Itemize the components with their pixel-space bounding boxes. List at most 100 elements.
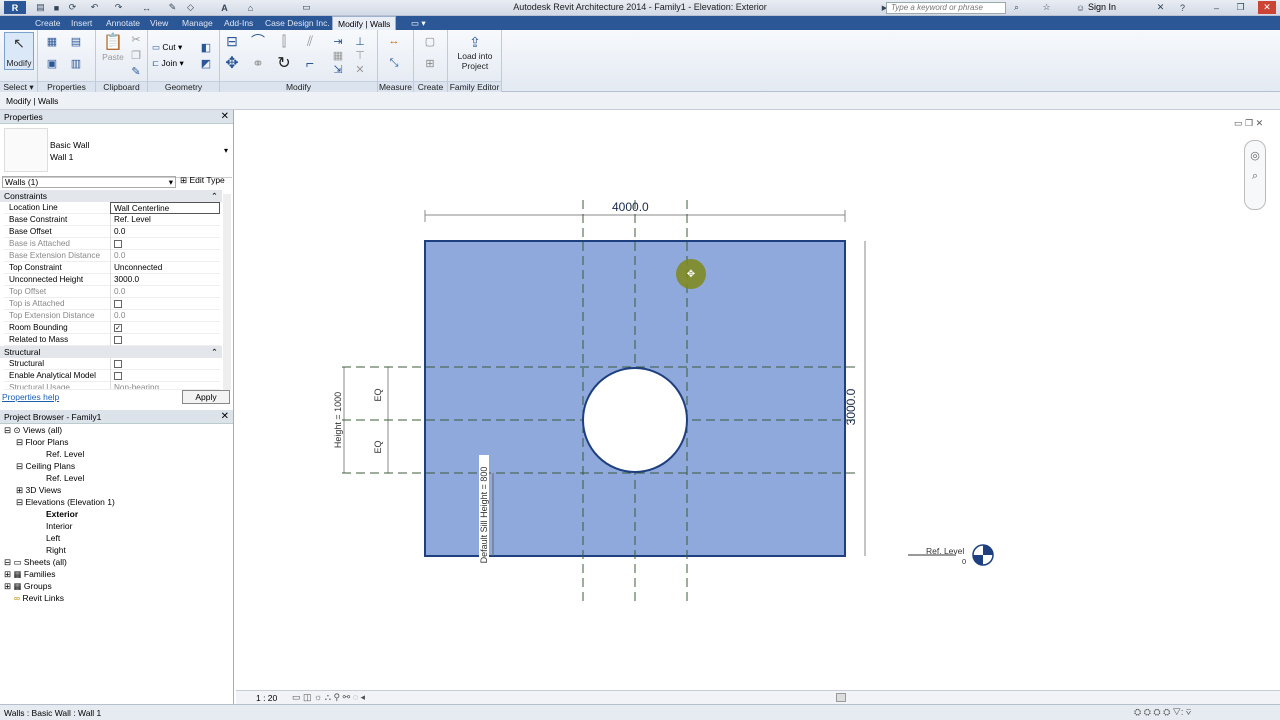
drawing-canvas[interactable]: ✥ 4000.0 3000.0 Height = 1000 EQ EQ Defa… (236, 112, 1280, 704)
mirror-axis-icon[interactable]: ⫿ (276, 33, 292, 49)
rotate-icon[interactable]: ↻ (276, 55, 292, 72)
help-icon[interactable]: ? (1176, 1, 1189, 14)
tree-sheets[interactable]: ⊟ ▭ Sheets (all) (4, 556, 67, 568)
prop-value-unconnected-height[interactable]: 3000.0 (110, 274, 220, 286)
tree-revit-links[interactable]: ∞ Revit Links (14, 592, 64, 604)
tab-modify-walls[interactable]: Modify | Walls (332, 16, 397, 30)
star-icon[interactable]: ☆ (1040, 1, 1053, 14)
tab-add-ins[interactable]: Add-Ins (219, 16, 258, 30)
tag-icon[interactable]: ◇ (184, 1, 197, 14)
properties-scrollbar[interactable] (223, 194, 231, 390)
3d-view-icon[interactable]: ⌂ (244, 1, 257, 14)
width-dimension-text[interactable]: 4000.0 (612, 200, 649, 214)
scissors-icon[interactable]: ✂ (128, 32, 144, 46)
prop-value-related-mass[interactable] (110, 334, 220, 346)
app-menu-button[interactable]: R (4, 1, 26, 14)
close-properties-icon[interactable]: ✕ (221, 110, 229, 124)
prop-value-top-offset[interactable]: 0.0 (110, 286, 220, 298)
tab-create[interactable]: Create (30, 16, 66, 30)
tree-views-all[interactable]: ⊟ ⊙ Views (all) (4, 424, 62, 436)
load-into-project-button[interactable]: ⇪ Load into Project (450, 34, 500, 71)
eq-top-text[interactable]: EQ (373, 385, 383, 405)
close-window-icon[interactable]: ✕ (1258, 1, 1276, 14)
instance-filter-select[interactable]: Walls (1) ▾ (2, 176, 176, 188)
prop-value-base-attached[interactable] (110, 238, 220, 250)
switch-windows-icon[interactable]: ▭ (300, 1, 313, 14)
tab-case-design[interactable]: Case Design Inc. (260, 16, 335, 30)
paste-button[interactable]: 📋 Paste (102, 32, 124, 62)
pin-icon[interactable]: ⊥ (352, 34, 368, 48)
tab-overflow-icon[interactable]: ▭ ▾ (406, 16, 431, 30)
mirror-draw-icon[interactable]: ⫽ (302, 33, 318, 49)
unpin-icon[interactable]: ⊤ (352, 48, 368, 62)
selection-filter-icons[interactable]: ⛭ ⛭ ⛭ ⛭ ▽: ⊽ (1134, 707, 1191, 718)
open-icon[interactable]: ▤ (34, 1, 47, 14)
wall-joins-icon[interactable]: ◧ (198, 40, 214, 54)
prop-value-base-extension[interactable]: 0.0 (110, 250, 220, 262)
undo-icon[interactable]: ↶ (88, 1, 101, 14)
create-group-icon[interactable]: ⊞ (422, 56, 438, 70)
prop-value-room-bounding[interactable]: ✓ (110, 322, 220, 334)
tab-view[interactable]: View (145, 16, 173, 30)
tree-elevations[interactable]: ⊟ Elevations (Elevation 1) (16, 496, 115, 508)
view-window-controls[interactable]: ▭ ❐ ✕ (1234, 118, 1263, 129)
apply-button[interactable]: Apply (182, 390, 230, 404)
sill-height-text[interactable]: Default Sill Height = 800 (479, 455, 489, 575)
elevation-drawing[interactable]: ✥ (236, 112, 1280, 690)
view-scale[interactable]: 1 : 20 (256, 693, 277, 703)
checkbox[interactable] (114, 240, 122, 248)
collapse-icon[interactable]: ⊟ (4, 425, 11, 435)
tree-ceiling-plans[interactable]: ⊟ Ceiling Plans (16, 460, 75, 472)
redo-icon[interactable]: ↷ (112, 1, 125, 14)
measure-icon[interactable]: ↔ (140, 1, 153, 14)
delete-icon[interactable]: ✕ (352, 62, 368, 76)
opening-height-text[interactable]: Height = 1000 (333, 380, 343, 460)
modify-button[interactable]: ↖ Modify (4, 32, 34, 70)
section-constraints[interactable]: Constraints ⌃ (0, 190, 222, 202)
user-icon[interactable]: ☺ (1074, 1, 1087, 14)
trim-icon[interactable]: ⌐ (302, 55, 318, 71)
tree-groups[interactable]: ⊞ ▦ Groups (4, 580, 52, 592)
save-icon[interactable]: ■ (50, 1, 63, 14)
steering-wheel-icon[interactable]: ◎ (1245, 149, 1265, 162)
tree-ceiling-ref-level[interactable]: Ref. Level (46, 472, 84, 484)
tree-families[interactable]: ⊞ ▦ Families (4, 568, 56, 580)
prop-value-structural-usage[interactable]: Non-bearing (110, 382, 220, 389)
prop-value-top-constraint[interactable]: Unconnected (110, 262, 220, 274)
pencil-icon[interactable]: ✎ (166, 1, 179, 14)
close-browser-icon[interactable]: ✕ (221, 410, 229, 424)
eq-bottom-text[interactable]: EQ (373, 437, 383, 457)
view-control-icons[interactable]: ▭ ◫ ☼ ⛬ ⚲ ⚯ ◌ ◂ (292, 692, 365, 703)
restore-icon[interactable]: ❐ (1234, 1, 1247, 14)
aligned-dimension-icon[interactable]: ⤡ (386, 56, 402, 70)
properties-icon[interactable]: ▦ (44, 34, 60, 48)
tree-floor-plans[interactable]: ⊟ Floor Plans (16, 436, 68, 448)
cut-button[interactable]: ▭ Cut ▾ (152, 42, 182, 53)
panel-label-select[interactable]: Select ▾ (0, 81, 37, 92)
family-category-icon[interactable]: ▥ (68, 56, 84, 70)
zoom-icon[interactable]: ⌕ (1245, 170, 1265, 183)
search-input[interactable]: Type a keyword or phrase (886, 2, 1006, 14)
exchange-icon[interactable]: ✕ (1154, 1, 1167, 14)
tree-exterior[interactable]: Exterior (46, 508, 78, 520)
copy-elements-icon[interactable]: ⚭ (250, 55, 266, 71)
family-types-icon[interactable]: ▣ (44, 56, 60, 70)
edit-type-button[interactable]: ⊞ Edit Type (180, 175, 225, 186)
sync-icon[interactable]: ⟳ (66, 1, 79, 14)
checkbox[interactable] (114, 372, 122, 380)
tab-manage[interactable]: Manage (177, 16, 218, 30)
match-type-icon[interactable]: ✎ (128, 64, 144, 78)
horizontal-scroll-thumb[interactable] (836, 693, 846, 702)
tree-3d-views[interactable]: ⊞ 3D Views (16, 484, 61, 496)
split-face-icon[interactable]: ◩ (198, 56, 214, 70)
checkbox[interactable] (114, 360, 122, 368)
properties-help-link[interactable]: Properties help (2, 392, 59, 402)
type-properties-icon[interactable]: ▤ (68, 34, 84, 48)
tab-annotate[interactable]: Annotate (101, 16, 145, 30)
prop-value-top-extension[interactable]: 0.0 (110, 310, 220, 322)
move-icon[interactable]: ✥ (224, 55, 240, 72)
height-dimension-text[interactable]: 3000.0 (844, 382, 858, 432)
align-icon[interactable]: ⊟ (224, 33, 240, 49)
split-icon[interactable]: ⇥ (330, 34, 346, 48)
measure-between-icon[interactable]: ↔ (386, 34, 402, 48)
